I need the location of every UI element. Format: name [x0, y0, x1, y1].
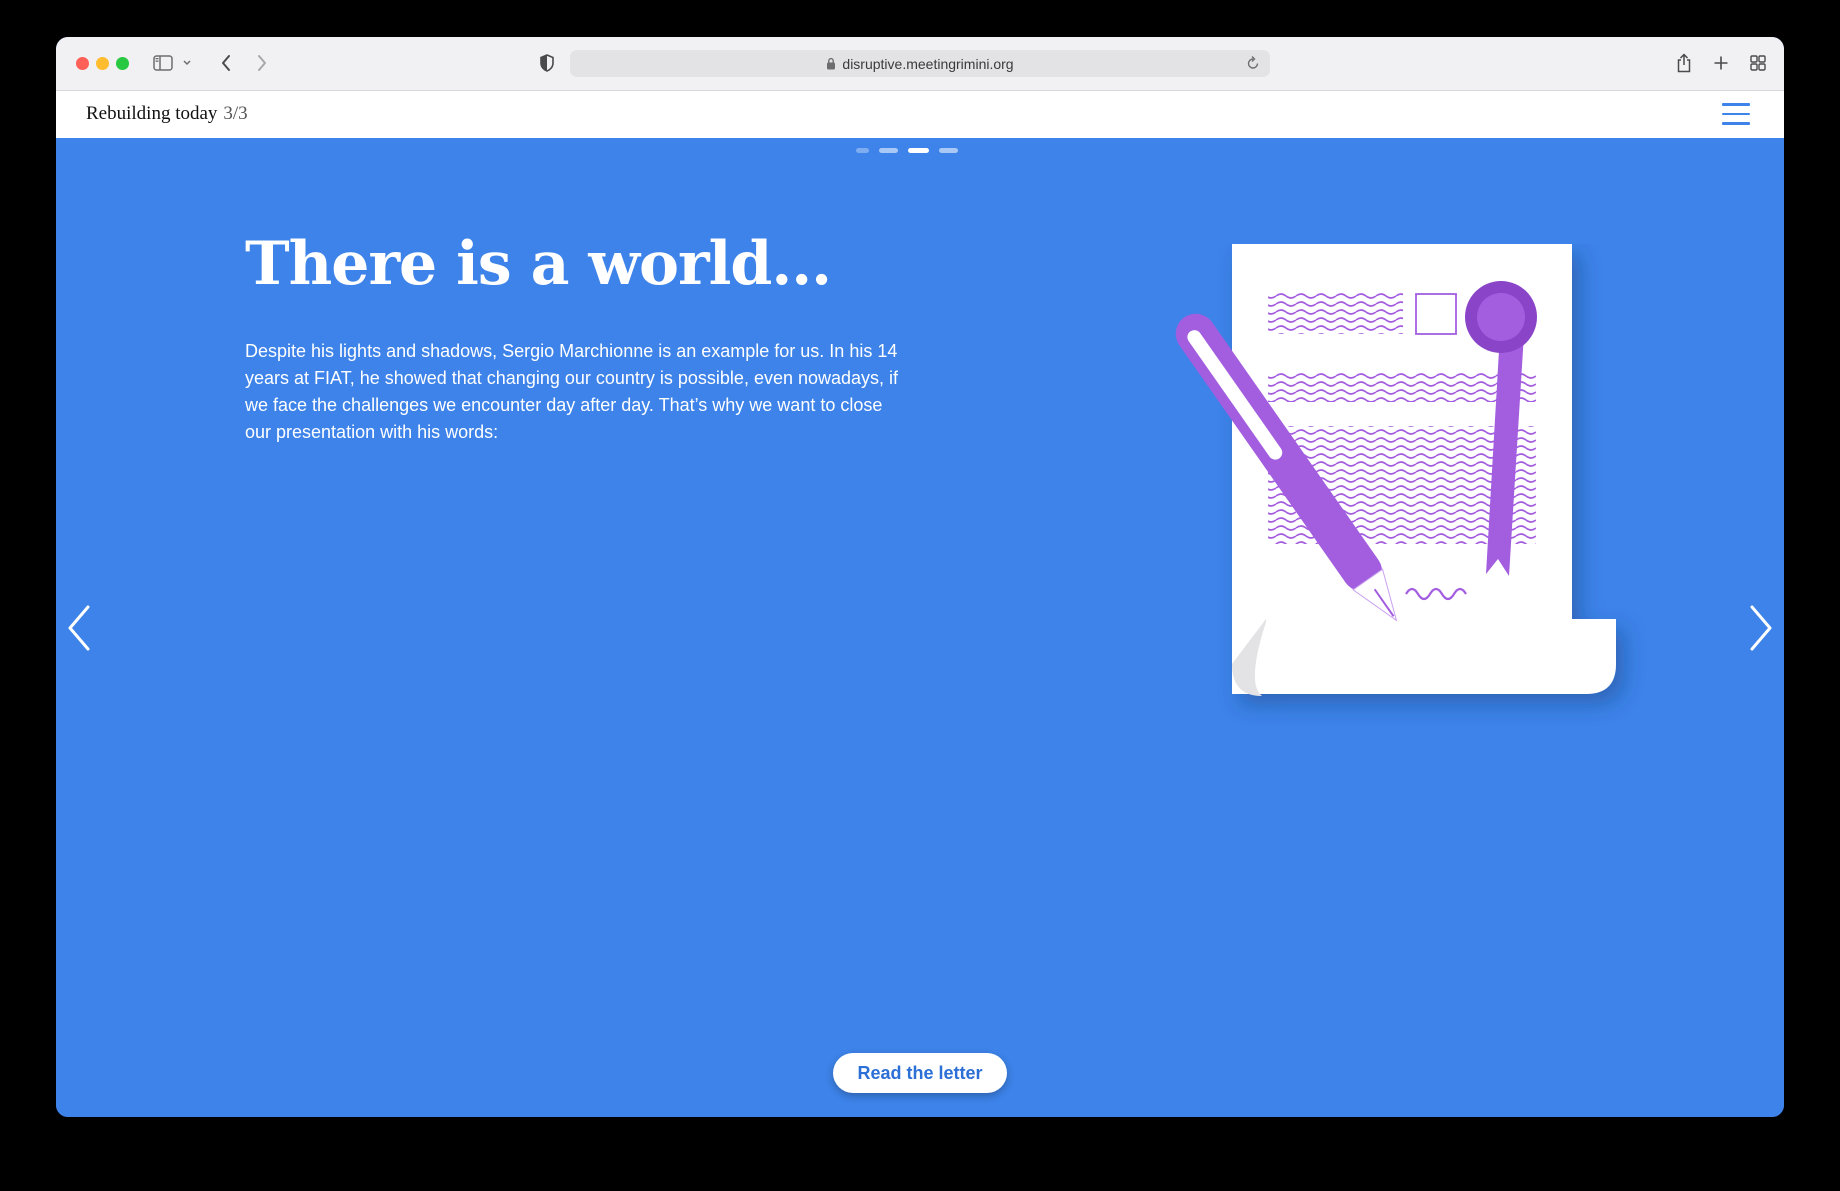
address-bar[interactable]: disruptive.meetingrimini.org — [570, 50, 1270, 77]
pagination-dots — [856, 148, 958, 153]
minimize-window-button[interactable] — [96, 57, 109, 70]
tab-overview-icon[interactable] — [1748, 52, 1768, 74]
url-text: disruptive.meetingrimini.org — [842, 55, 1014, 72]
pagination-dot[interactable] — [908, 148, 929, 153]
read-the-letter-button[interactable]: Read the letter — [833, 1053, 1007, 1093]
slide-body-text: Despite his lights and shadows, Sergio M… — [245, 341, 899, 442]
forward-icon[interactable] — [252, 52, 272, 74]
section-title-text: Rebuilding today — [86, 103, 218, 124]
section-title: Rebuilding today 3/3 — [86, 103, 248, 125]
pagination-dot[interactable] — [856, 148, 869, 153]
site-header: Rebuilding today 3/3 — [56, 91, 1784, 138]
zoom-window-button[interactable] — [116, 57, 129, 70]
close-window-button[interactable] — [76, 57, 89, 70]
hamburger-menu-icon[interactable] — [1722, 103, 1750, 125]
privacy-shield-icon[interactable] — [537, 52, 557, 74]
sidebar-icon[interactable] — [152, 52, 174, 74]
browser-window: disruptive.meetingrimini.org Rebuilding … — [56, 37, 1784, 1117]
slide: There is a world... Despite his lights a… — [56, 138, 1784, 1117]
pagination-dot[interactable] — [939, 148, 958, 153]
slide-headline: There is a world... — [245, 229, 832, 299]
reload-icon[interactable] — [1246, 55, 1260, 71]
chevron-down-icon[interactable] — [181, 52, 193, 74]
lock-icon — [826, 57, 836, 70]
back-icon[interactable] — [216, 52, 236, 74]
browser-toolbar: disruptive.meetingrimini.org — [56, 37, 1784, 91]
chevron-left-icon[interactable] — [64, 603, 94, 653]
letter-illustration — [1076, 244, 1676, 744]
chevron-right-icon[interactable] — [1746, 603, 1776, 653]
section-count: 3/3 — [223, 103, 248, 124]
pagination-dot[interactable] — [879, 148, 898, 153]
share-icon[interactable] — [1674, 52, 1694, 74]
new-tab-icon[interactable] — [1711, 52, 1731, 74]
